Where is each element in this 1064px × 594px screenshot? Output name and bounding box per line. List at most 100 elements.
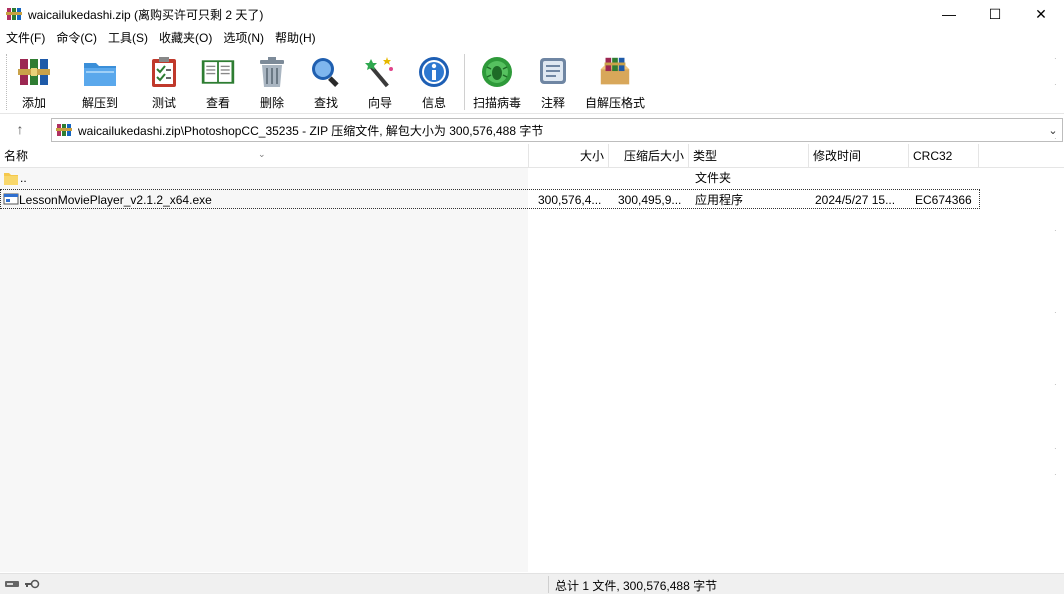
list-item-parent-folder[interactable]: .. 文件夹: [0, 168, 980, 188]
info-button[interactable]: 信息: [414, 48, 454, 112]
column-packed-label: 压缩后大小: [623, 149, 684, 163]
minimize-button[interactable]: —: [926, 0, 972, 28]
menu-options[interactable]: 选项(N): [219, 28, 271, 48]
file-list: .. 文件夹 LessonMoviePlayer_v2.1.2_x64.exe …: [0, 168, 1064, 572]
item-size: 300,576,4...: [538, 193, 602, 207]
virus-scan-icon: [479, 54, 515, 90]
close-button[interactable]: ✕: [1018, 0, 1064, 28]
comment-label: 注释: [540, 96, 565, 110]
scroll-mark-icon: ·: [1054, 444, 1057, 453]
column-modified[interactable]: 修改时间: [809, 144, 909, 168]
name-column-shading: [0, 168, 528, 572]
scroll-mark-icon: ·: [1054, 308, 1057, 317]
minimize-icon: —: [942, 6, 956, 22]
title-bar: waicailukedashi.zip (离购买许可只剩 2 天了) — ☐ ✕: [0, 0, 1064, 28]
info-icon: [416, 54, 452, 90]
find-label: 查找: [313, 96, 338, 110]
status-bar: 总计 1 文件, 300,576,488 字节: [0, 573, 1064, 594]
menu-bar: 文件(F) 命令(C) 工具(S) 收藏夹(O) 选项(N) 帮助(H): [0, 28, 1064, 48]
info-label: 信息: [421, 96, 446, 110]
find-button[interactable]: 查找: [306, 48, 346, 112]
column-packed[interactable]: 压缩后大小: [609, 144, 689, 168]
status-icons: [4, 578, 40, 593]
delete-label: 删除: [259, 96, 284, 110]
column-crc-label: CRC32: [913, 149, 953, 163]
test-clipboard-icon: [146, 54, 182, 90]
folder-icon: [3, 168, 19, 188]
column-type[interactable]: 类型: [689, 144, 809, 168]
delete-button[interactable]: 删除: [252, 48, 292, 112]
column-name-label: 名称: [4, 149, 29, 163]
column-size-label: 大小: [579, 149, 604, 163]
item-type: 应用程序: [695, 193, 744, 207]
view-book-icon: [200, 54, 236, 90]
scan-virus-button[interactable]: 扫描病毒: [471, 48, 523, 112]
column-modified-label: 修改时间: [813, 149, 862, 163]
extract-to-label: 解压到: [81, 96, 118, 110]
close-icon: ✕: [1035, 5, 1047, 22]
scan-virus-label: 扫描病毒: [472, 96, 521, 110]
wizard-button[interactable]: 向导: [360, 48, 400, 112]
view-label: 查看: [205, 96, 230, 110]
status-divider: [548, 576, 549, 593]
list-item-exe[interactable]: LessonMoviePlayer_v2.1.2_x64.exe 300,576…: [0, 189, 980, 209]
address-path-field[interactable]: waicailukedashi.zip\PhotoshopCC_35235 - …: [51, 118, 1063, 142]
winrar-app-icon: [6, 6, 22, 22]
window-title: waicailukedashi.zip (离购买许可只剩 2 天了): [28, 7, 264, 22]
item-crc: EC674366: [915, 193, 972, 207]
status-summary: 总计 1 文件, 300,576,488 字节: [555, 579, 718, 593]
item-name: ..: [20, 171, 27, 185]
comment-button[interactable]: 注释: [533, 48, 573, 112]
menu-help[interactable]: 帮助(H): [271, 28, 323, 48]
column-type-label: 类型: [693, 149, 718, 163]
column-name[interactable]: 名称 ⌄: [0, 144, 529, 168]
test-button[interactable]: 测试: [144, 48, 184, 112]
item-type: 文件夹: [695, 171, 732, 185]
item-modified: 2024/5/27 15...: [815, 193, 896, 207]
comment-note-icon: [535, 54, 571, 90]
column-header-row: 名称 ⌄ 大小 压缩后大小 类型 修改时间 CRC32: [0, 144, 1064, 168]
key-icon[interactable]: [24, 578, 40, 593]
scroll-mark-icon: ·: [1054, 470, 1057, 479]
scroll-mark-icon: ·: [1054, 80, 1057, 89]
scroll-mark-icon: ·: [1054, 134, 1057, 143]
scroll-mark-icon: ·: [1054, 54, 1057, 63]
menu-tools[interactable]: 工具(S): [104, 28, 155, 48]
test-label: 测试: [151, 96, 176, 110]
toolbar-grip[interactable]: [6, 54, 10, 110]
magnifier-icon: [308, 54, 344, 90]
scroll-mark-icon: ·: [1054, 380, 1057, 389]
address-path-text: waicailukedashi.zip\PhotoshopCC_35235 - …: [78, 123, 544, 138]
add-archive-icon: [16, 54, 52, 90]
scroll-mark-icon: ·: [1054, 226, 1057, 235]
trash-icon: [254, 54, 290, 90]
vertical-scrollbar[interactable]: · · · · · · · ·: [1050, 50, 1064, 570]
menu-favorites[interactable]: 收藏夹(O): [155, 28, 219, 48]
wizard-label: 向导: [367, 96, 392, 110]
toolbar: 添加 解压到 测试 查看 删除 查找 向导 信息 扫描病毒 注释 自解压格式: [0, 48, 1064, 114]
drive-icon[interactable]: [4, 578, 20, 593]
arrow-up-icon: ↑: [16, 121, 24, 137]
archive-icon: [56, 122, 72, 138]
item-name: LessonMoviePlayer_v2.1.2_x64.exe: [19, 193, 212, 207]
sfx-box-icon: [597, 54, 633, 90]
extract-to-button[interactable]: 解压到: [64, 48, 136, 112]
sfx-label: 自解压格式: [584, 96, 645, 110]
extract-folder-icon: [82, 54, 118, 90]
maximize-icon: ☐: [988, 5, 1002, 22]
address-bar: ↑ waicailukedashi.zip\PhotoshopCC_35235 …: [0, 116, 1064, 142]
up-folder-button[interactable]: ↑: [0, 116, 40, 142]
menu-file[interactable]: 文件(F): [2, 28, 52, 48]
menu-commands[interactable]: 命令(C): [52, 28, 104, 48]
sfx-button[interactable]: 自解压格式: [583, 48, 647, 112]
column-size[interactable]: 大小: [529, 144, 609, 168]
sort-caret-icon: ⌄: [258, 149, 266, 159]
maximize-button[interactable]: ☐: [972, 0, 1018, 28]
add-label: 添加: [21, 96, 46, 110]
toolbar-separator: [464, 54, 465, 110]
view-button[interactable]: 查看: [196, 48, 240, 112]
magic-wand-icon: [362, 54, 398, 90]
column-crc[interactable]: CRC32: [909, 144, 979, 168]
exe-file-icon: [3, 190, 19, 210]
add-button[interactable]: 添加: [14, 48, 54, 112]
